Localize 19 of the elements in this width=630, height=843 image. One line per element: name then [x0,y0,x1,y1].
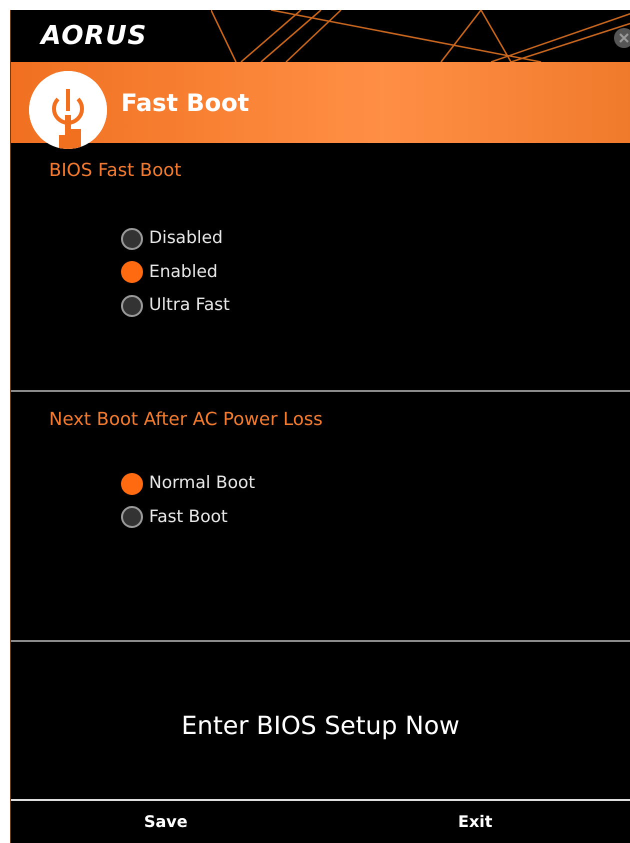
section-heading: Next Boot After AC Power Loss [49,408,324,432]
enter-setup-button[interactable]: Enter BIOS Setup Now [181,706,460,744]
section-heading: BIOS Fast Boot [49,159,182,183]
logo: AORUS [41,20,148,52]
radio-option[interactable]: Normal Boot [121,471,630,496]
radio-icon[interactable] [121,294,143,317]
close-icon[interactable] [614,28,630,48]
radio-icon[interactable] [121,261,143,284]
power-icon [29,70,107,148]
radio-option[interactable]: Enabled [121,260,630,285]
window-title: Fast Boot [121,88,250,118]
radio-option[interactable]: Disabled [121,226,630,252]
radio-option[interactable]: Fast Boot [121,504,630,530]
radio-option[interactable]: Ultra Fast [121,293,630,318]
radio-icon[interactable] [121,506,143,528]
radio-icon[interactable] [121,472,143,495]
radio-icon[interactable] [121,228,143,250]
footer-button[interactable]: Save [11,801,320,843]
footer-button[interactable]: Exit [320,801,630,843]
